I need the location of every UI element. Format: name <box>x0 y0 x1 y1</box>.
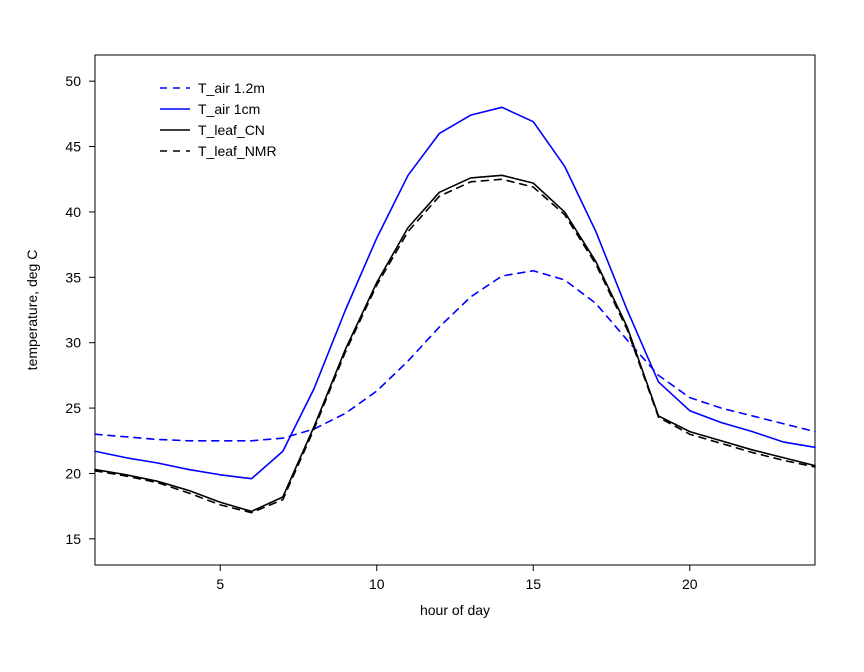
y-tick-label: 30 <box>65 335 81 351</box>
series-line-3 <box>95 179 815 512</box>
chart-container: 5 10 15 20 15 20 25 30 35 40 45 50 hour of day temper… <box>0 0 864 672</box>
x-axis-label: hour of day <box>420 602 490 618</box>
legend-label-0: T_air 1.2m <box>198 80 265 96</box>
x-tick-label: 5 <box>216 576 224 592</box>
legend-label-1: T_air 1cm <box>198 101 260 117</box>
x-tick-label: 15 <box>525 576 541 592</box>
y-tick-label: 35 <box>65 269 81 285</box>
y-axis-label: temperature, deg C <box>24 250 40 371</box>
y-tick-label: 45 <box>65 139 81 155</box>
x-tick-label: 20 <box>682 576 698 592</box>
y-tick-label: 50 <box>65 73 81 89</box>
series-line-0 <box>95 271 815 441</box>
y-tick-label: 15 <box>65 531 81 547</box>
series-line-1 <box>95 107 815 478</box>
y-tick-label: 25 <box>65 400 81 416</box>
legend-label-3: T_leaf_NMR <box>198 143 277 159</box>
series-line-2 <box>95 175 815 511</box>
y-tick-label: 40 <box>65 204 81 220</box>
x-tick-label: 10 <box>369 576 385 592</box>
legend-label-2: T_leaf_CN <box>198 122 265 138</box>
line-chart: 5 10 15 20 15 20 25 30 35 40 45 50 hour of day temper… <box>0 0 864 672</box>
y-tick-label: 20 <box>65 465 81 481</box>
